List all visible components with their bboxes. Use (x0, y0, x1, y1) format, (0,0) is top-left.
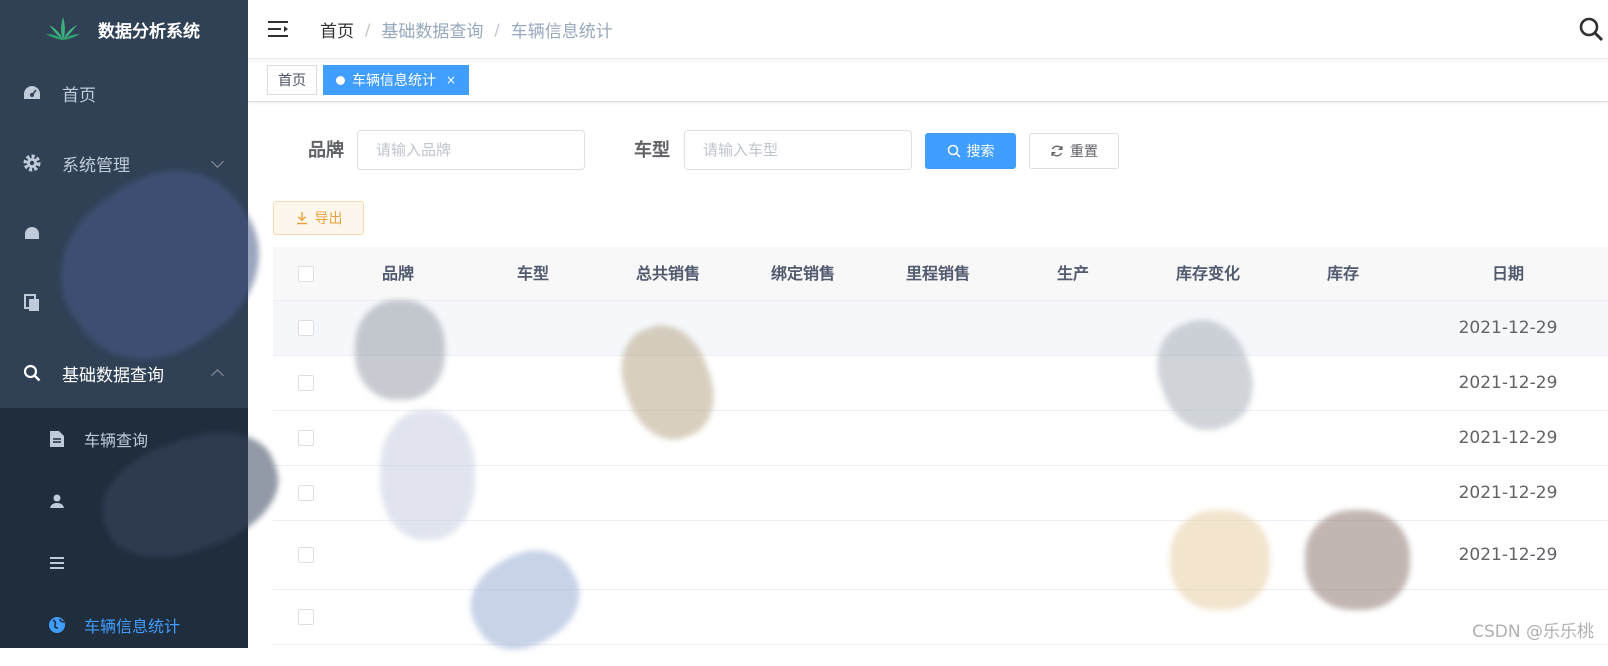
tag-label: 首页 (278, 73, 306, 89)
reset-button-label: 重置 (1070, 144, 1098, 160)
table-row[interactable]: 2021-12-29 (273, 356, 1608, 411)
row-checkbox[interactable] (298, 430, 314, 446)
sidebar-subitem-label: 车辆信息统计 (84, 617, 181, 636)
search-form: 品牌 车型 搜索 重置 (248, 126, 1608, 170)
file-icon (48, 430, 66, 448)
sidebar-subitem-list[interactable] (0, 532, 248, 594)
search-icon (947, 144, 961, 158)
breadcrumb: 首页 / 基础数据查询 / 车辆信息统计 (320, 17, 613, 42)
row-checkbox[interactable] (298, 547, 314, 563)
breadcrumb-separator: / (365, 19, 371, 39)
search-button[interactable]: 搜索 (925, 133, 1016, 169)
date-cell: 2021-12-29 (1458, 318, 1558, 338)
chevron-down-icon (211, 155, 224, 168)
sidebar-item-document[interactable] (0, 268, 248, 338)
tags-view: 首页 车辆信息统计 × (248, 59, 1608, 102)
tag-home[interactable]: 首页 (267, 65, 317, 95)
export-button[interactable]: 导出 (273, 201, 364, 235)
chevron-up-icon (211, 369, 224, 382)
row-checkbox[interactable] (298, 320, 314, 336)
row-checkbox[interactable] (298, 375, 314, 391)
logo-icon (46, 17, 80, 40)
sidebar-subitem-vehicle-stats[interactable]: 车辆信息统计 (0, 594, 248, 648)
column-header[interactable]: 生产 (1008, 247, 1138, 300)
sidebar-item-label: 基础数据查询 (62, 365, 164, 386)
globe-icon (48, 616, 66, 634)
document-icon (22, 293, 42, 313)
table-row[interactable] (273, 590, 1608, 645)
column-header[interactable]: 总共销售 (598, 247, 738, 300)
sidebar-subitem-user[interactable] (0, 470, 248, 532)
column-header[interactable]: 绑定销售 (738, 247, 868, 300)
column-header[interactable]: 库存变化 (1138, 247, 1278, 300)
user-icon (48, 492, 66, 510)
logo[interactable]: 数据分析系统 (0, 0, 248, 58)
breadcrumb-item-current: 车辆信息统计 (510, 21, 613, 42)
date-cell: 2021-12-29 (1458, 428, 1558, 448)
table-row[interactable]: 2021-12-29 (273, 466, 1608, 521)
tag-label: 车辆信息统计 (352, 73, 436, 89)
date-cell: 2021-12-29 (1458, 545, 1558, 565)
app-title: 数据分析系统 (98, 21, 200, 42)
sidebar-item-label: 首页 (62, 85, 96, 106)
table-header: 品牌 车型 总共销售 绑定销售 里程销售 生产 库存变化 库存 日期 (273, 247, 1608, 301)
row-checkbox[interactable] (298, 485, 314, 501)
export-button-label: 导出 (314, 211, 343, 227)
sidebar-item-home[interactable]: 首页 (0, 58, 248, 128)
navbar: 首页 / 基础数据查询 / 车辆信息统计 (248, 0, 1608, 59)
close-icon[interactable]: × (446, 73, 456, 87)
table-row[interactable]: 2021-12-29 (273, 521, 1608, 590)
gear-icon (22, 153, 42, 173)
watermark: CSDN @乐乐桃 (1472, 622, 1594, 642)
breadcrumb-item-home[interactable]: 首页 (320, 17, 354, 42)
table-row[interactable]: 2021-12-29 (273, 411, 1608, 466)
sidebar-subitem-label: 车辆查询 (84, 431, 149, 450)
column-header[interactable]: 车型 (468, 247, 598, 300)
search-icon (22, 363, 42, 383)
list-icon (48, 554, 66, 572)
hamburger-icon[interactable] (268, 20, 290, 38)
date-cell: 2021-12-29 (1458, 483, 1558, 503)
dashboard-icon (22, 83, 42, 103)
sidebar-subitem-vehicle-query[interactable]: 车辆查询 (0, 408, 248, 470)
sidebar-item-system[interactable]: 系统管理 (0, 128, 248, 198)
brand-input[interactable] (357, 130, 585, 170)
sidebar-item-basic-query[interactable]: 基础数据查询 (0, 338, 248, 408)
sidebar: 数据分析系统 首页 系统管理 基础数据查询 车辆查询 车辆信息统计 (0, 0, 248, 648)
row-checkbox[interactable] (298, 609, 314, 625)
column-header[interactable]: 品牌 (328, 247, 468, 300)
tag-vehicle-stats[interactable]: 车辆信息统计 × (323, 65, 470, 95)
column-header[interactable]: 日期 (1423, 247, 1593, 300)
reset-button[interactable]: 重置 (1029, 133, 1119, 169)
download-icon (296, 212, 307, 225)
table-row[interactable]: 2021-12-29 (273, 301, 1608, 356)
monitor-icon (22, 223, 42, 243)
column-header[interactable]: 库存 (1278, 247, 1408, 300)
search-button-label: 搜索 (966, 144, 995, 160)
breadcrumb-item-basic-query: 基础数据查询 (381, 21, 484, 42)
select-all-checkbox[interactable] (298, 265, 314, 282)
data-table: 品牌 车型 总共销售 绑定销售 里程销售 生产 库存变化 库存 日期 2021-… (273, 247, 1608, 645)
breadcrumb-separator: / (494, 19, 500, 39)
refresh-icon (1051, 145, 1063, 157)
model-input[interactable] (684, 130, 912, 170)
column-header[interactable]: 里程销售 (868, 247, 1008, 300)
sidebar-item-monitor[interactable] (0, 198, 248, 268)
sidebar-item-label: 系统管理 (62, 155, 130, 176)
active-dot-icon (336, 75, 345, 85)
date-cell: 2021-12-29 (1458, 373, 1558, 393)
model-label: 车型 (634, 140, 670, 161)
brand-label: 品牌 (308, 140, 344, 161)
submenu-basic-query: 车辆查询 车辆信息统计 (0, 408, 248, 648)
header-search-icon[interactable] (1578, 16, 1604, 42)
